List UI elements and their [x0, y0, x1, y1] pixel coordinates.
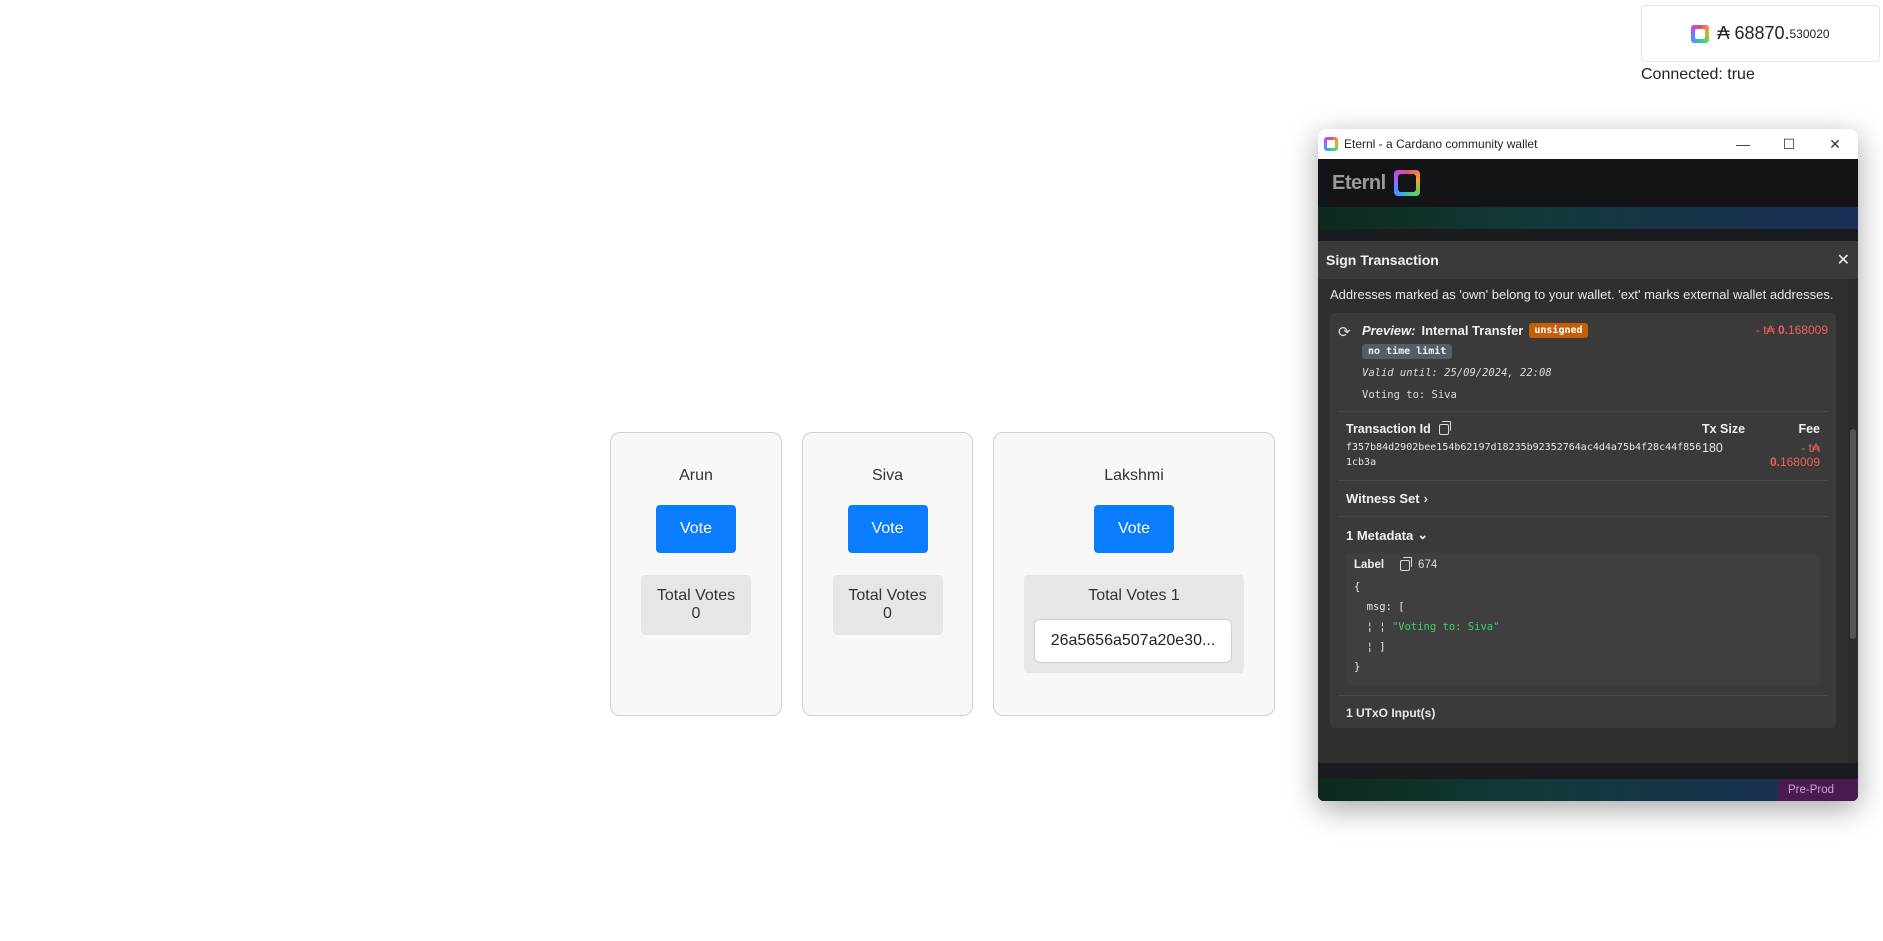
close-icon[interactable]: ✕: [1837, 250, 1850, 270]
candidate-name: Arun: [679, 467, 713, 484]
metadata-code-line: ¦ ]: [1354, 641, 1386, 653]
eternl-logo-icon: [1393, 170, 1420, 196]
window-close-button[interactable]: ✕: [1812, 136, 1858, 153]
chevron-right-icon: ›: [1423, 491, 1428, 506]
copy-icon[interactable]: [1438, 420, 1451, 435]
tx-id-label: Transaction Id: [1346, 422, 1431, 436]
metadata-string: "Voting to: Siva": [1391, 621, 1500, 633]
window-titlebar[interactable]: Eternl - a Cardano community wallet — ☐ …: [1318, 129, 1858, 159]
voter-hash-field[interactable]: 26a5656a507a20e30...: [1034, 619, 1232, 663]
amount-int: 0.: [1777, 323, 1788, 337]
maximize-button[interactable]: ☐: [1766, 136, 1812, 153]
metadata-code-line: {: [1354, 581, 1361, 593]
copy-icon[interactable]: [1400, 556, 1413, 571]
scrollbar-thumb[interactable]: [1850, 429, 1856, 639]
balance-decimals: 530020: [1789, 26, 1830, 41]
vote-button-siva[interactable]: Vote: [847, 505, 928, 553]
time-limit-badge: no time limit: [1362, 344, 1453, 359]
balance-main: ₳ 68870.: [1717, 23, 1790, 43]
tx-fee-label: Fee: [1798, 422, 1820, 436]
tx-fee-value: - t₳ 0.168009: [1754, 441, 1820, 469]
sign-transaction-header: Sign Transaction ✕: [1318, 241, 1858, 279]
sign-transaction-content[interactable]: Addresses marked as 'own' belong to your…: [1318, 279, 1848, 763]
scrollbar[interactable]: [1848, 279, 1858, 763]
vote-button-lakshmi[interactable]: Vote: [1094, 505, 1174, 553]
eternl-logo-icon: [1691, 24, 1710, 43]
eternl-logo-icon: [1324, 137, 1338, 151]
fee-int: 0.: [1769, 455, 1780, 469]
total-votes: Total Votes 0: [641, 575, 751, 635]
tx-id-value: f357b84d2902bee154b62197d18235b92352764a…: [1346, 442, 1702, 468]
preview-type: Internal Transfer: [1421, 323, 1524, 338]
witness-set-toggle[interactable]: Witness Set ›: [1338, 491, 1828, 506]
candidate-card-lakshmi: Lakshmi Vote Total Votes 1 26a5656a507a2…: [993, 432, 1275, 716]
witness-set-label: Witness Set: [1346, 491, 1420, 506]
total-votes: Total Votes 0: [832, 575, 943, 635]
code-indent: ¦ ¦: [1354, 621, 1392, 633]
transaction-preview: ⟳ Preview: Internal Transfer unsigned no…: [1330, 313, 1836, 728]
amount-prefix: - t₳: [1755, 323, 1778, 337]
wallet-balance-badge[interactable]: ₳ 68870. 530020: [1641, 5, 1880, 62]
tx-size-value: 180: [1702, 441, 1723, 455]
minimize-button[interactable]: —: [1720, 136, 1766, 152]
network-badge: Pre-Prod: [1777, 779, 1858, 801]
sign-transaction-title: Sign Transaction: [1326, 252, 1439, 268]
header-gradient-bar: [1318, 207, 1858, 229]
preview-label: Preview:: [1362, 323, 1416, 338]
wallet-app-header: Eternl: [1318, 159, 1858, 207]
metadata-code-line: ¦ ¦ "Voting to: Siva": [1354, 617, 1812, 637]
metadata-box: Label 674 { msg: [ ¦ ¦ "Voting to: Siva"…: [1346, 553, 1820, 685]
metadata-label: 1 Metadata: [1346, 527, 1414, 543]
eternl-wallet-window: Eternl - a Cardano community wallet — ☐ …: [1318, 129, 1858, 801]
vote-button-arun[interactable]: Vote: [656, 505, 736, 553]
chevron-down-icon: ⌄: [1417, 527, 1429, 542]
metadata-key-label: Label: [1354, 559, 1385, 571]
sign-transaction-panel: Sign Transaction ✕ Addresses marked as '…: [1318, 241, 1858, 801]
candidate-name: Siva: [871, 467, 904, 484]
candidate-card-arun: Arun Vote Total Votes 0: [610, 432, 782, 716]
window-title: Eternl - a Cardano community wallet: [1344, 137, 1538, 151]
amount-dec: 168009: [1787, 323, 1828, 337]
refresh-icon[interactable]: ⟳: [1338, 323, 1354, 341]
fee-dec: 168009: [1779, 455, 1820, 469]
status-badge: unsigned: [1529, 323, 1588, 338]
metadata-toggle[interactable]: 1 Metadata ⌄: [1338, 527, 1828, 543]
utxo-inputs-label[interactable]: 1 UTxO Input(s): [1338, 706, 1828, 720]
tx-size-label: Tx Size: [1702, 422, 1746, 436]
transaction-details: Transaction Id f357b84d2902bee154b62197d…: [1338, 420, 1828, 470]
voting-to-text: Voting to: Siva: [1362, 389, 1457, 401]
metadata-code-line: }: [1354, 661, 1361, 673]
fee-prefix: - t₳: [1801, 441, 1820, 455]
candidate-name: Lakshmi: [1104, 467, 1164, 484]
preview-amount: - t₳ 0.168009: [1756, 323, 1828, 337]
valid-until-text: Valid until: 25/09/2024, 22:08: [1362, 367, 1552, 379]
wallet-footer: Pre-Prod: [1318, 763, 1858, 801]
address-info-text: Addresses marked as 'own' belong to your…: [1330, 287, 1834, 302]
metadata-label-value: 674: [1418, 559, 1438, 571]
total-votes-box: Total Votes 1 26a5656a507a20e30...: [1024, 575, 1244, 673]
total-votes: Total Votes 1: [1088, 587, 1180, 604]
metadata-code-line: msg: [: [1354, 601, 1405, 613]
connection-status: Connected: true: [1641, 66, 1755, 83]
eternl-logo-text: Eternl: [1332, 171, 1386, 194]
candidate-card-siva: Siva Vote Total Votes 0: [802, 432, 973, 716]
